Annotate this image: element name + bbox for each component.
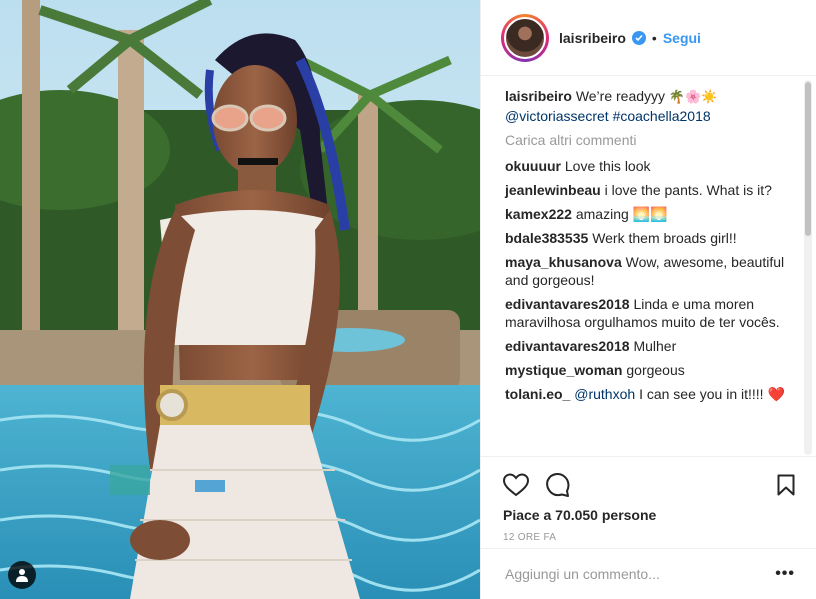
- post-photo[interactable]: [0, 0, 480, 599]
- comment-text: I can see you in it!!!! ❤️: [639, 386, 785, 402]
- save-button[interactable]: [765, 470, 795, 500]
- post-side-panel: laisribeiro • Segui laisribeiro We’re re…: [480, 0, 816, 599]
- follow-button[interactable]: Segui: [663, 30, 701, 46]
- user-tag-button[interactable]: [8, 561, 36, 589]
- user-tag-icon: [16, 569, 28, 582]
- comment-item: kamex222 amazing 🌅🌅: [505, 205, 793, 223]
- comment-item: mystique_woman gorgeous: [505, 361, 793, 379]
- comment-item: jeanlewinbeau i love the pants. What is …: [505, 181, 793, 199]
- like-button[interactable]: [503, 470, 533, 500]
- comment-username[interactable]: kamex222: [505, 206, 572, 222]
- separator: •: [651, 29, 657, 46]
- likes-count[interactable]: Piace a 70.050 persone: [503, 507, 795, 523]
- bookmark-icon: [777, 474, 795, 496]
- comment-username[interactable]: mystique_woman: [505, 362, 622, 378]
- comment-text: Mulher: [633, 338, 677, 354]
- comment-text: gorgeous: [626, 362, 685, 378]
- header-username[interactable]: laisribeiro: [559, 30, 626, 46]
- story-ring[interactable]: [501, 13, 549, 62]
- scrollbar-thumb[interactable]: [805, 82, 811, 236]
- verified-badge-icon: [631, 30, 646, 45]
- comment-username[interactable]: edivantavares2018: [505, 296, 630, 312]
- avatar[interactable]: [504, 16, 546, 59]
- post-image: [0, 0, 480, 599]
- comment-username[interactable]: bdale383535: [505, 230, 588, 246]
- post-header: laisribeiro • Segui: [481, 0, 816, 76]
- more-options-button[interactable]: •••: [775, 565, 795, 583]
- post-timestamp[interactable]: 12 ORE FA: [503, 532, 795, 543]
- comment-text: amazing 🌅🌅: [575, 206, 668, 222]
- heart-icon: [503, 473, 529, 497]
- caption-username[interactable]: laisribeiro: [505, 88, 572, 104]
- caption-emojis: 🌴🌸☀️: [668, 90, 718, 105]
- comments-scrollbar[interactable]: [804, 80, 812, 455]
- comment-username[interactable]: maya_khusanova: [505, 254, 622, 270]
- comment-username[interactable]: okuuuur: [505, 158, 561, 174]
- caption: laisribeiro We’re readyyy 🌴🌸☀️ @victoria…: [505, 87, 793, 125]
- comment-item: okuuuur Love this look: [505, 157, 793, 175]
- comment-username[interactable]: edivantavares2018: [505, 338, 630, 354]
- comment-button[interactable]: [545, 470, 575, 500]
- comment-text: i love the pants. What is it?: [604, 182, 772, 198]
- caption-text: We’re readyyy: [575, 88, 666, 104]
- comment-text: Love this look: [564, 158, 651, 174]
- action-icons-row: [503, 465, 795, 505]
- comment-text: Werk them broads girl!!: [592, 230, 737, 246]
- comment-mention[interactable]: @ruthxoh: [574, 386, 635, 402]
- comment-bubble-icon: [546, 472, 570, 497]
- comment-item: tolani.eo_ @ruthxoh I can see you in it!…: [505, 385, 793, 403]
- caption-mention[interactable]: @victoriassecret: [505, 108, 609, 124]
- load-more-comments[interactable]: Carica altri commenti: [505, 131, 793, 149]
- comment-item: bdale383535 Werk them broads girl!!: [505, 229, 793, 247]
- caption-hashtag[interactable]: #coachella2018: [613, 108, 711, 124]
- add-comment-input[interactable]: [505, 566, 776, 582]
- add-comment-bar: •••: [481, 548, 816, 599]
- comment-item: maya_khusanova Wow, awesome, beautiful a…: [505, 253, 793, 289]
- comment-username[interactable]: jeanlewinbeau: [505, 182, 601, 198]
- comments-list: laisribeiro We’re readyyy 🌴🌸☀️ @victoria…: [481, 77, 816, 455]
- comment-item: edivantavares2018 Linda e uma moren mara…: [505, 295, 793, 331]
- comment-username[interactable]: tolani.eo_: [505, 386, 570, 402]
- comment-item: edivantavares2018 Mulher: [505, 337, 793, 355]
- post-actions: Piace a 70.050 persone 12 ORE FA: [481, 456, 816, 556]
